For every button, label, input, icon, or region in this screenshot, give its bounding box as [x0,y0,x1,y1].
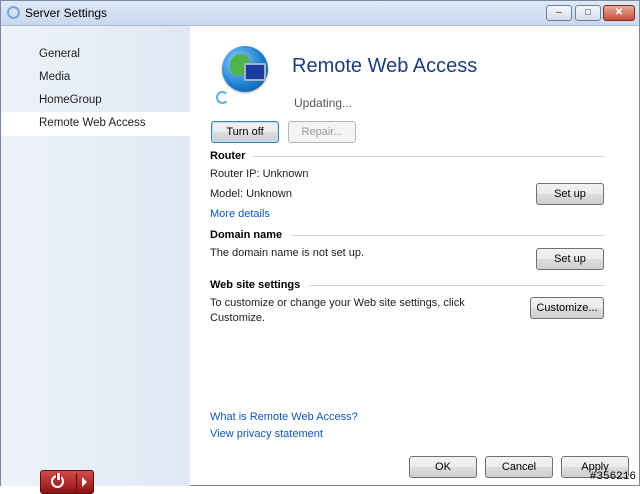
customize-button[interactable]: Customize... [530,297,604,319]
image-id-watermark: #356216 [589,471,636,483]
cancel-button[interactable]: Cancel [485,456,553,478]
website-description-line2: Customize. [210,312,266,324]
domain-setup-button[interactable]: Set up [536,248,604,270]
monitor-icon [244,63,266,81]
sidebar-item-label: HomeGroup [39,94,102,106]
status-text: Updating... [294,96,353,110]
sidebar: General Media HomeGroup Remote Web Acces… [1,26,190,494]
website-heading: Web site settings [210,279,301,291]
power-icon [51,473,64,488]
router-ip-text: Router IP: Unknown [210,168,309,180]
globe-monitor-icon [222,46,268,92]
router-setup-button[interactable]: Set up [536,183,604,205]
repair-button[interactable]: Repair... [288,121,356,143]
domain-heading: Domain name [210,229,283,241]
shutdown-button[interactable] [40,470,94,494]
sidebar-item-label: Remote Web Access [39,117,146,129]
minimize-button[interactable]: – [546,5,572,21]
title-bar[interactable]: Server Settings – □ ✕ [1,1,639,26]
privacy-statement-link[interactable]: View privacy statement [210,428,323,440]
page-title: Remote Web Access [292,55,478,77]
website-description-line1: To customize or change your Web site set… [210,297,465,309]
sidebar-item-general[interactable]: General [1,43,190,67]
domain-status-text: The domain name is not set up. [210,247,365,259]
domain-divider [291,235,605,236]
what-is-rwa-link[interactable]: What is Remote Web Access? [210,411,358,423]
close-button[interactable]: ✕ [603,5,635,21]
router-model-text: Model: Unknown [210,188,292,200]
sidebar-item-homegroup[interactable]: HomeGroup [1,89,190,113]
sidebar-item-label: Media [39,71,71,83]
button-divider [76,473,77,491]
more-details-link[interactable]: More details [210,208,270,220]
sidebar-item-label: General [39,48,80,60]
turn-off-button[interactable]: Turn off [211,121,279,143]
ok-button[interactable]: OK [409,456,477,478]
sidebar-item-media[interactable]: Media [1,66,190,90]
loading-spinner-icon [216,91,229,104]
sidebar-item-remote-web-access[interactable]: Remote Web Access [1,112,190,136]
router-heading: Router [210,150,246,162]
router-divider [253,156,605,157]
server-settings-icon [7,6,20,19]
window-title: Server Settings [25,6,108,20]
server-settings-window: Server Settings – □ ✕ General Media Home… [0,0,640,494]
maximize-button[interactable]: □ [575,5,601,21]
website-divider [309,285,605,286]
